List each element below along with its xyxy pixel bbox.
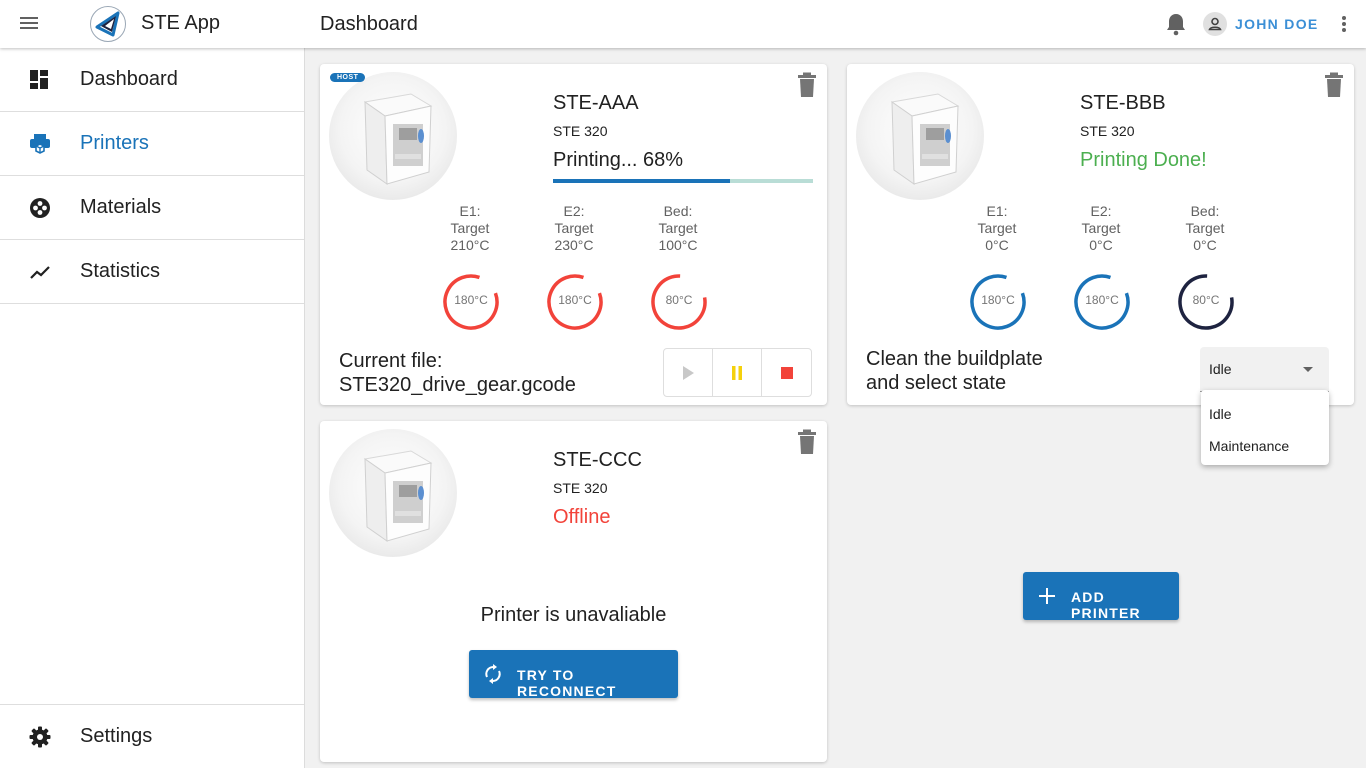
trash-icon[interactable] [796,72,818,98]
printer-model: STE 320 [553,123,608,139]
play-icon [683,365,694,380]
sidebar-item-label: Statistics [80,260,161,282]
sidebar-item-printers[interactable]: Printers [0,112,304,176]
temp-label-bed: Bed: Target 0°C [1185,203,1225,253]
state-option-maintenance[interactable]: Maintenance [1209,438,1289,454]
state-select-menu: Idle Maintenance [1201,390,1329,465]
sidebar-item-dashboard[interactable]: Dashboard [0,48,304,112]
state-instruction: Clean the buildplate and select state [866,348,1043,394]
pause-icon [732,365,742,380]
temp-label-e1: E1: Target 210°C [450,203,490,253]
sidebar-item-settings[interactable]: Settings [0,704,304,768]
temp-label-e2: E2: Target 0°C [1081,203,1121,253]
temp-gauge-e2: 180°C [545,272,605,332]
progress-bar [553,179,813,183]
trending-icon [30,266,50,279]
sidebar: Dashboard Printers Materials Statistics [0,48,305,768]
printer-image [329,429,457,557]
trash-icon[interactable] [1323,72,1345,98]
sidebar-item-statistics[interactable]: Statistics [0,240,304,304]
printer-status: Printing Done! [1080,149,1207,171]
printer-image [856,72,984,200]
play-button[interactable] [664,349,713,396]
temp-gauge-e2: 180°C [1072,272,1132,332]
printer-model: STE 320 [1080,123,1135,139]
page-title: Dashboard [320,13,418,35]
sidebar-item-label: Settings [80,725,153,747]
sidebar-item-label: Printers [80,132,149,154]
app-bar: STE App Dashboard JOHN DOE [0,0,1366,48]
spool-icon [30,198,50,218]
stop-button[interactable] [762,349,811,396]
temp-gauge-e1: 180°C [968,272,1028,332]
printer-name: STE-BBB [1080,92,1166,114]
host-badge: HOST [330,73,366,82]
state-select[interactable]: Idle [1200,347,1329,392]
plus-icon [1039,588,1055,604]
app-title: STE App [141,12,220,34]
printer-status: Printing... 68% [553,149,684,171]
state-select-value: Idle [1209,361,1232,377]
printer-card-ccc: STE-CCC STE 320 Offline Printer is unava… [320,421,827,762]
unavailable-message: Printer is unavaliable [480,604,667,626]
printer-status: Offline [553,506,611,528]
temp-label-bed: Bed: Target 100°C [658,203,698,253]
printer-card-aaa: HOST STE-AAA STE 320 Printing... 68% E1:… [320,64,827,405]
current-file: Current file: STE320_drive_gear.gcode [339,349,576,397]
trash-icon[interactable] [796,429,818,455]
user-name[interactable]: JOHN DOE [1235,16,1319,32]
progress-fill [553,179,730,183]
temp-label-e1: E1: Target 0°C [977,203,1017,253]
current-file-label: Current file: [339,350,443,372]
printer-image [329,72,457,200]
chevron-down-icon [1303,367,1313,372]
gear-icon [29,726,51,748]
sidebar-item-label: Materials [80,196,162,218]
print-controls [663,348,812,397]
temp-label-e2: E2: Target 230°C [554,203,594,253]
add-printer-button[interactable]: ADD PRINTER [1023,572,1179,621]
temp-gauge-bed: 80°C [1176,272,1236,332]
bell-icon[interactable] [1165,12,1187,36]
refresh-icon [485,664,501,684]
account-icon[interactable] [1203,12,1227,36]
dashboard-icon [30,70,48,89]
printer-icon [30,134,50,154]
state-option-idle[interactable]: Idle [1209,406,1232,422]
temp-gauge-bed: 80°C [649,272,709,332]
reconnect-button[interactable]: TRY TO RECONNECT [469,650,678,699]
more-vertical-icon[interactable] [1334,14,1354,34]
sidebar-item-label: Dashboard [80,68,178,90]
stop-icon [780,366,793,379]
printer-card-bbb: STE-BBB STE 320 Printing Done! E1: Target… [847,64,1354,405]
sidebar-item-materials[interactable]: Materials [0,176,304,240]
current-file-name: STE320_drive_gear.gcode [339,374,576,396]
app-logo [90,6,126,42]
printer-name: STE-AAA [553,92,639,114]
pause-button[interactable] [713,349,762,396]
printer-model: STE 320 [553,480,608,496]
printer-name: STE-CCC [553,449,642,471]
menu-icon[interactable] [17,14,41,34]
temp-gauge-e1: 180°C [441,272,501,332]
